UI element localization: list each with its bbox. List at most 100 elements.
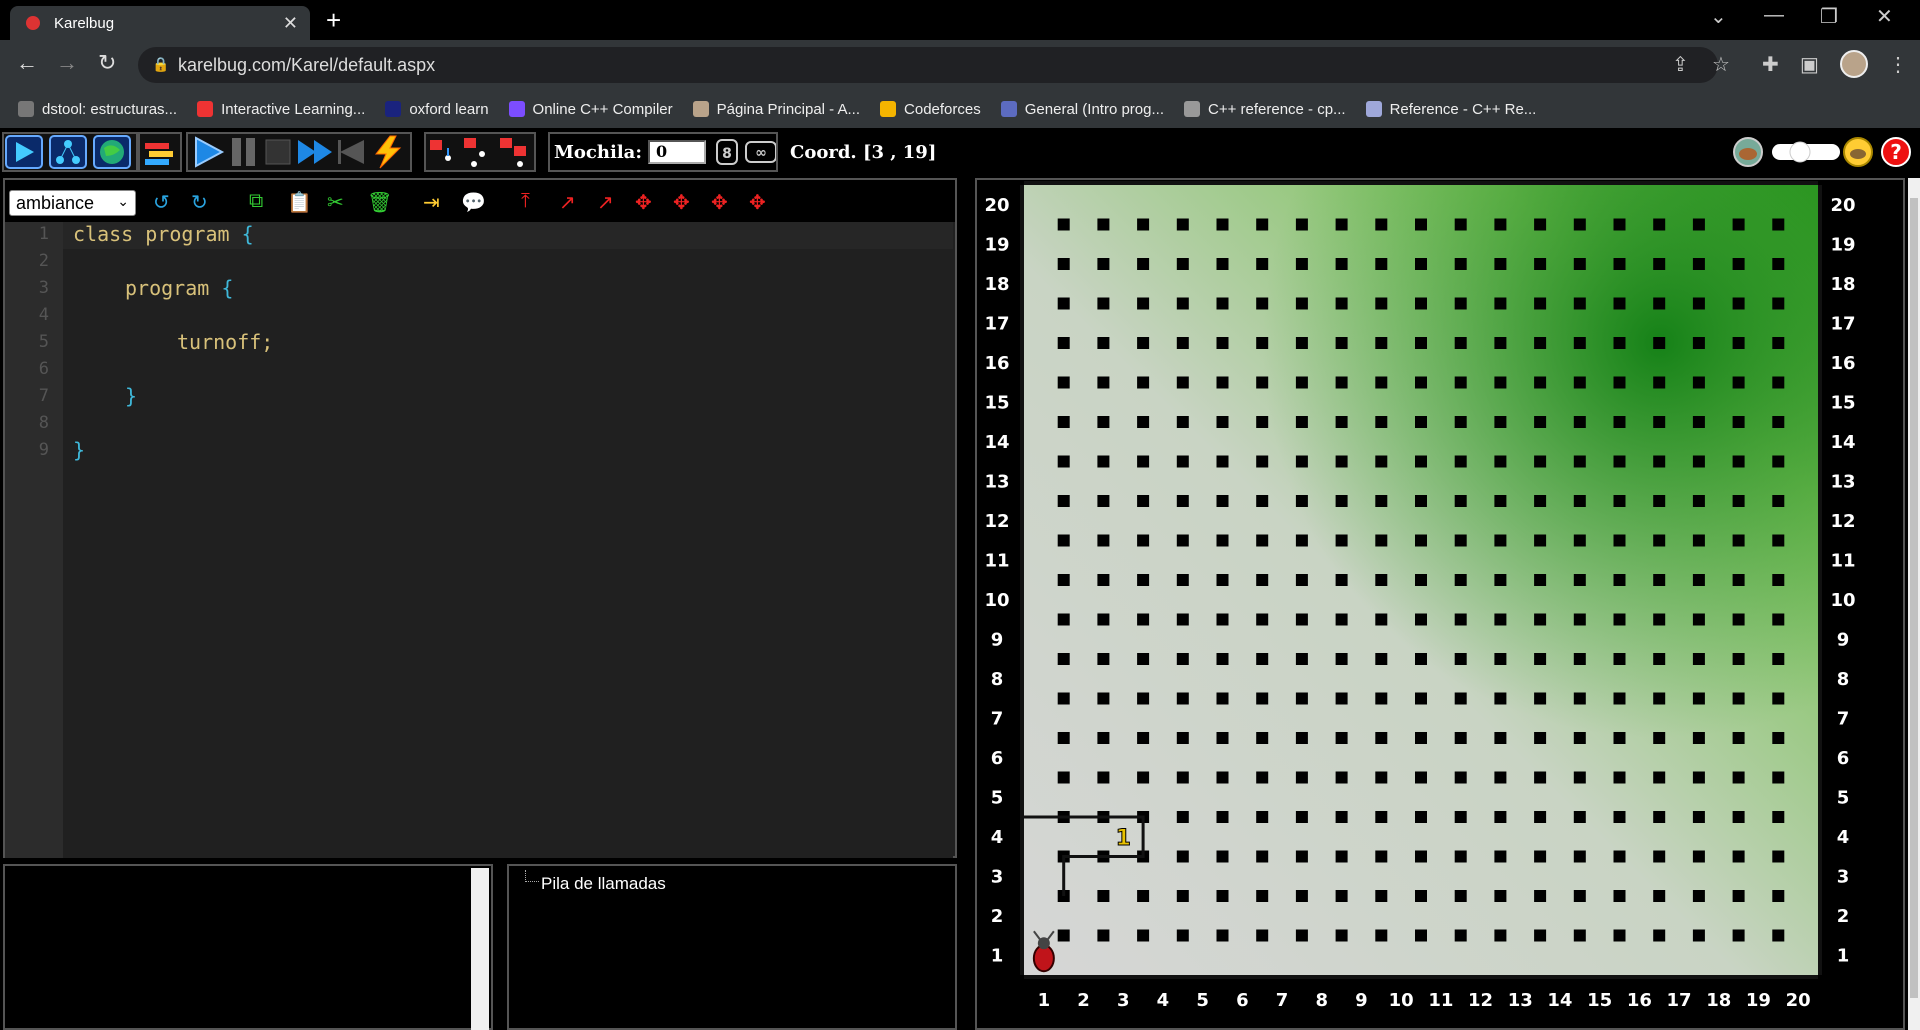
wall-tool-2-icon[interactable] (464, 138, 485, 167)
menu-kebab-icon[interactable]: ⋮ (1888, 52, 1908, 77)
grid-corner-dot (1415, 929, 1427, 942)
grid-corner-dot (1772, 653, 1785, 665)
wall-tool-3-icon[interactable] (500, 138, 526, 167)
row-label-right: 15 (1830, 392, 1855, 413)
bookmark-item[interactable]: Online C++ Compiler (508, 101, 673, 118)
grid-corner-dot (1653, 574, 1666, 586)
insert-east-icon[interactable]: ✥ (711, 190, 728, 215)
grid-corner-dot (1256, 218, 1269, 231)
paste-icon[interactable]: 📋 (287, 190, 312, 215)
comment-icon[interactable]: 💬 (461, 190, 486, 215)
mochila-input[interactable]: 0 (647, 140, 707, 164)
bookmark-item[interactable]: oxford learn (385, 101, 489, 118)
restore-icon[interactable]: ❐ (1820, 4, 1838, 29)
extensions-icon[interactable]: ✚ (1762, 52, 1779, 77)
minimize-icon[interactable]: — (1764, 4, 1784, 27)
insert-move-icon[interactable]: ⤒ (521, 190, 530, 213)
bookmark-item[interactable]: Página Principal - A... (692, 101, 860, 118)
speed-slider[interactable] (1772, 141, 1840, 163)
delete-icon[interactable]: 🗑 (367, 190, 392, 215)
bookmark-item[interactable]: C++ reference - cp... (1183, 101, 1346, 118)
grid-corner-dot (1335, 218, 1348, 231)
insert-pickbeeper-icon[interactable]: ↗ (597, 190, 614, 215)
infinity-vertical-icon[interactable]: 8 (716, 139, 739, 165)
insert-turnleft-icon[interactable]: ↗ (559, 190, 576, 215)
insert-south-icon[interactable]: ✥ (673, 190, 690, 215)
bookmark-item[interactable]: Codeforces (880, 101, 981, 118)
grid-corner-dot (1534, 850, 1547, 863)
grid-corner-dot (1335, 416, 1348, 428)
insert-north-icon[interactable]: ✥ (635, 190, 652, 215)
grid-corner-dot (1454, 416, 1467, 428)
tree-mode-icon[interactable] (49, 135, 87, 169)
theme-select[interactable]: ambiance ⌄ (9, 190, 136, 216)
bookmark-favicon-icon (1183, 101, 1200, 117)
karel-world[interactable]: 1 12 23 34 45 56 67 78 89 910 1011 1112 1213 1314 1415… (975, 178, 1905, 1030)
grid-corner-dot (1335, 455, 1348, 468)
column-label: 9 (1355, 990, 1368, 1011)
bookmark-star-icon[interactable]: ☆ (1712, 52, 1730, 77)
indent-icon[interactable]: ⇥ (423, 190, 440, 215)
bookmark-item[interactable]: Interactive Learning... (197, 101, 365, 118)
run-button[interactable] (195, 136, 225, 168)
grid-corner-dot (1415, 574, 1427, 586)
pause-button[interactable] (232, 138, 255, 166)
grid-corner-dot (1057, 455, 1070, 468)
stop-button[interactable] (265, 139, 291, 165)
output-panel[interactable] (3, 864, 493, 1030)
infinity-icon[interactable]: ∞ (745, 141, 776, 163)
wall-tool-1-icon[interactable] (430, 140, 451, 161)
window-close-icon[interactable]: ✕ (1876, 4, 1893, 29)
rabbit-icon[interactable] (1843, 137, 1873, 167)
grid-corner-dot (1415, 495, 1427, 507)
compile-button[interactable] (138, 132, 182, 172)
output-scrollbar[interactable] (471, 868, 489, 1030)
fast-forward-button[interactable] (298, 140, 332, 164)
grid-corner-dot (1613, 455, 1626, 468)
profile-avatar[interactable] (1840, 50, 1868, 78)
world-bottom-wall (1024, 975, 1818, 979)
cut-icon[interactable]: ✂ (327, 190, 344, 215)
close-tab-icon[interactable]: ✕ (283, 13, 298, 34)
grid-corner-dot (1613, 297, 1626, 310)
grid-corner-dot (1256, 574, 1269, 586)
browser-tab[interactable]: Karelbug ✕ (10, 6, 310, 40)
bookmark-item[interactable]: General (Intro prog... (1000, 101, 1164, 118)
back-icon[interactable]: ← (16, 50, 38, 76)
grid-corner-dot (1573, 653, 1586, 665)
bookmark-item[interactable]: dstool: estructuras... (18, 101, 177, 118)
page-scrollbar[interactable] (1908, 178, 1920, 1030)
bookmark-item[interactable]: Reference - C++ Re... (1365, 101, 1536, 118)
step-back-button[interactable] (338, 140, 364, 164)
grid-corner-dot (1176, 771, 1189, 784)
redo-icon[interactable]: ↻ (191, 190, 208, 215)
url-field[interactable]: 🔒 karelbug.com/Karel/default.aspx (138, 47, 1718, 83)
copy-icon[interactable]: ⧉ (249, 190, 263, 213)
code-area[interactable]: class program {program {turnoff;}} (63, 222, 953, 858)
svg-text:?: ? (1890, 140, 1902, 164)
play-mode-icon[interactable] (5, 135, 43, 169)
grid-corner-dot (1256, 771, 1269, 784)
tab-search-icon[interactable]: ⌄ (1710, 4, 1727, 29)
insert-west-icon[interactable]: ✥ (749, 190, 766, 215)
page-scrollbar-thumb[interactable] (1910, 198, 1918, 998)
call-stack-panel: Pila de llamadas (507, 864, 957, 1030)
grid-corner-dot (1415, 890, 1427, 902)
help-icon[interactable]: ? (1881, 137, 1911, 167)
world-mode-icon[interactable] (93, 135, 131, 169)
grid-corner-dot (1454, 850, 1467, 863)
grid-corner-dot (1494, 337, 1507, 349)
grid-corner-dot (1692, 574, 1705, 586)
lightning-icon[interactable] (374, 135, 402, 169)
side-panel-icon[interactable]: ▣ (1800, 52, 1819, 77)
grid-corner-dot (1732, 337, 1745, 349)
share-icon[interactable]: ⇪ (1672, 52, 1689, 77)
reload-icon[interactable]: ↻ (98, 50, 116, 76)
new-tab-icon[interactable]: + (326, 5, 341, 36)
grid-corner-dot (1057, 929, 1070, 942)
forward-icon[interactable]: → (56, 50, 78, 76)
undo-icon[interactable]: ↺ (153, 190, 170, 215)
row-label-left: 9 (991, 629, 1004, 650)
grid-corner-dot (1295, 258, 1308, 270)
turtle-icon[interactable] (1733, 137, 1763, 167)
